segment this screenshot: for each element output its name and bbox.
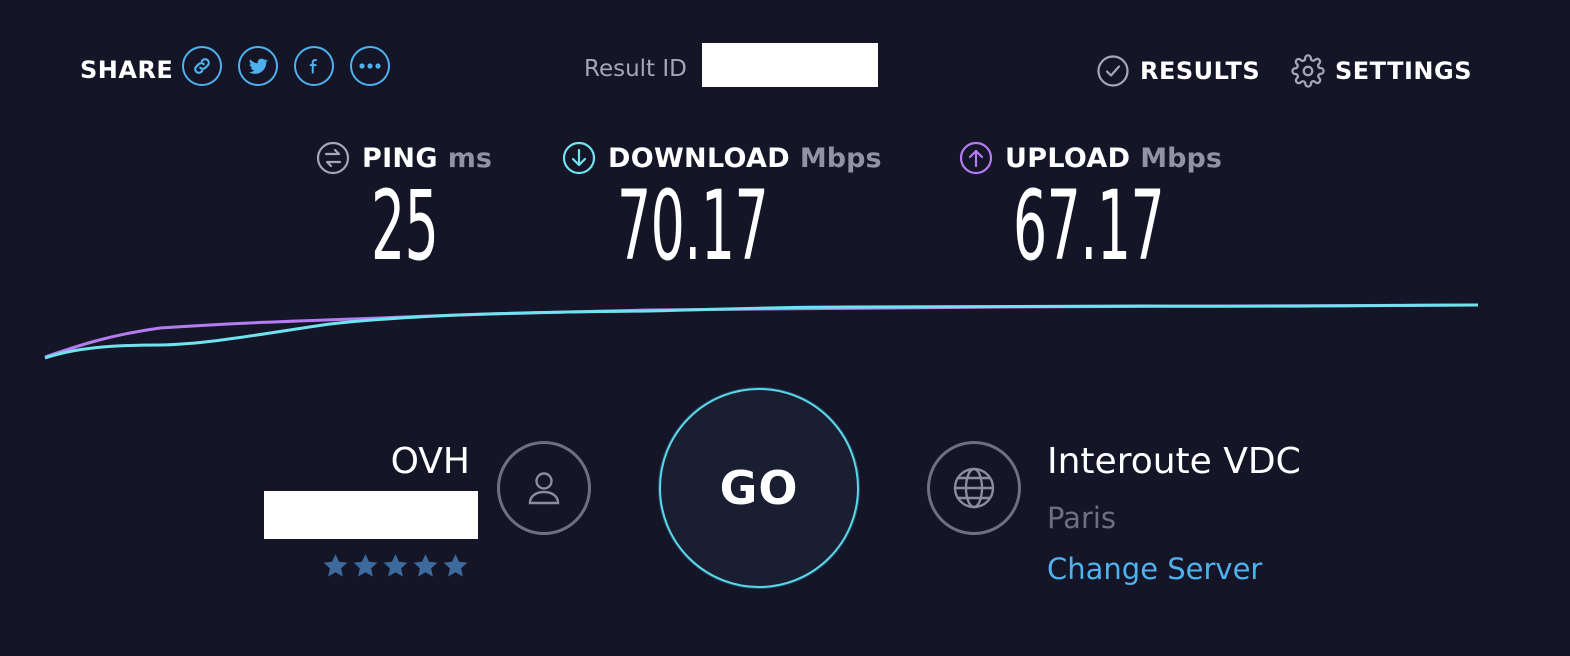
speed-graph — [44, 303, 1479, 360]
star-icon — [413, 554, 438, 577]
download-label: DOWNLOAD — [608, 142, 790, 174]
link-icon — [194, 58, 210, 74]
result-id-value-redacted — [702, 43, 878, 87]
ping-value: 25 — [371, 170, 439, 282]
star-icon — [383, 554, 408, 577]
ping-icon — [316, 141, 350, 175]
isp-avatar — [497, 441, 591, 535]
change-server-link[interactable]: Change Server — [1047, 551, 1262, 587]
download-unit: Mbps — [799, 142, 882, 174]
ping-label: PING — [362, 142, 438, 174]
share-label: SHARE — [80, 56, 174, 84]
more-icon — [359, 63, 381, 69]
check-circle-icon — [1097, 55, 1129, 87]
results-link[interactable]: RESULTS — [1096, 52, 1260, 90]
isp-rating — [321, 552, 470, 580]
server-location: Paris — [1047, 501, 1117, 535]
facebook-icon — [309, 59, 318, 74]
settings-link[interactable]: SETTINGS — [1291, 52, 1472, 90]
star-icon — [353, 554, 378, 577]
upload-label: UPLOAD — [1005, 142, 1131, 174]
share-twitter-button[interactable] — [238, 46, 278, 86]
go-label: GO — [719, 461, 799, 515]
twitter-icon — [248, 58, 269, 74]
star-icon — [443, 554, 468, 577]
upload-graph-line — [44, 303, 1479, 359]
share-more-button[interactable] — [350, 46, 390, 86]
go-button[interactable]: GO — [659, 388, 859, 588]
ping-unit: ms — [447, 142, 493, 174]
share-facebook-button[interactable] — [294, 46, 334, 86]
isp-ip-redacted — [264, 491, 478, 539]
server-globe — [927, 441, 1021, 535]
isp-name: OVH — [390, 441, 470, 482]
upload-unit: Mbps — [1140, 142, 1222, 174]
upload-icon — [959, 141, 993, 175]
server-name: Interoute VDC — [1047, 441, 1301, 482]
upload-value: 67.17 — [1013, 170, 1165, 282]
settings-label: SETTINGS — [1335, 57, 1472, 85]
star-icon — [323, 554, 348, 577]
download-value: 70.17 — [617, 170, 769, 282]
share-link-button[interactable] — [182, 46, 222, 86]
globe-icon — [953, 467, 995, 509]
download-icon — [562, 141, 596, 175]
results-label: RESULTS — [1140, 57, 1261, 85]
gear-icon — [1291, 54, 1325, 88]
result-id-label: Result ID — [584, 56, 687, 82]
user-icon — [528, 472, 560, 505]
download-graph-line — [44, 303, 1479, 360]
